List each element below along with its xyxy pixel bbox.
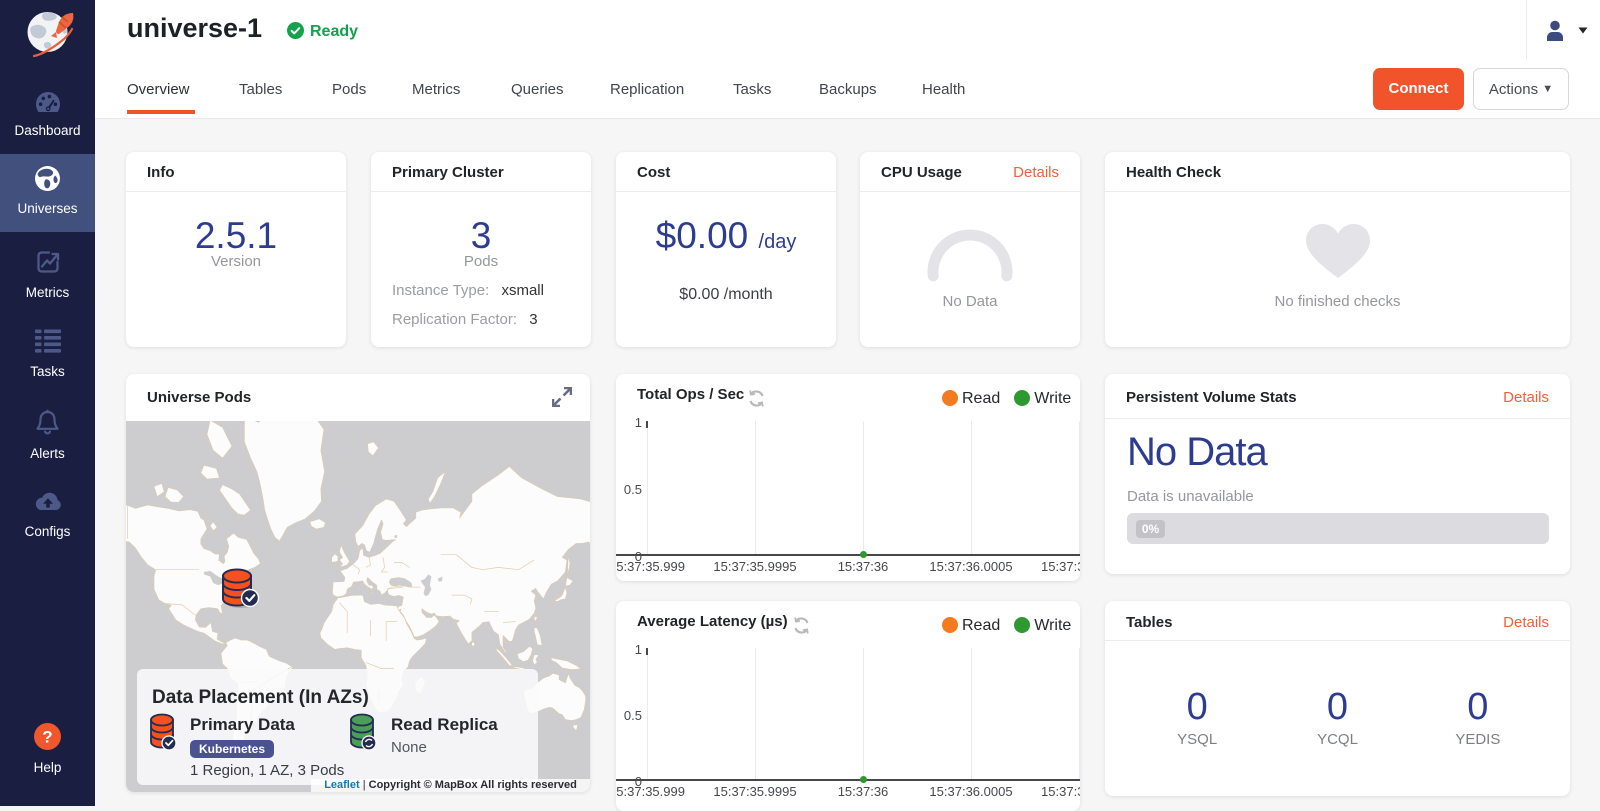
svg-text:?: ? xyxy=(42,728,52,747)
